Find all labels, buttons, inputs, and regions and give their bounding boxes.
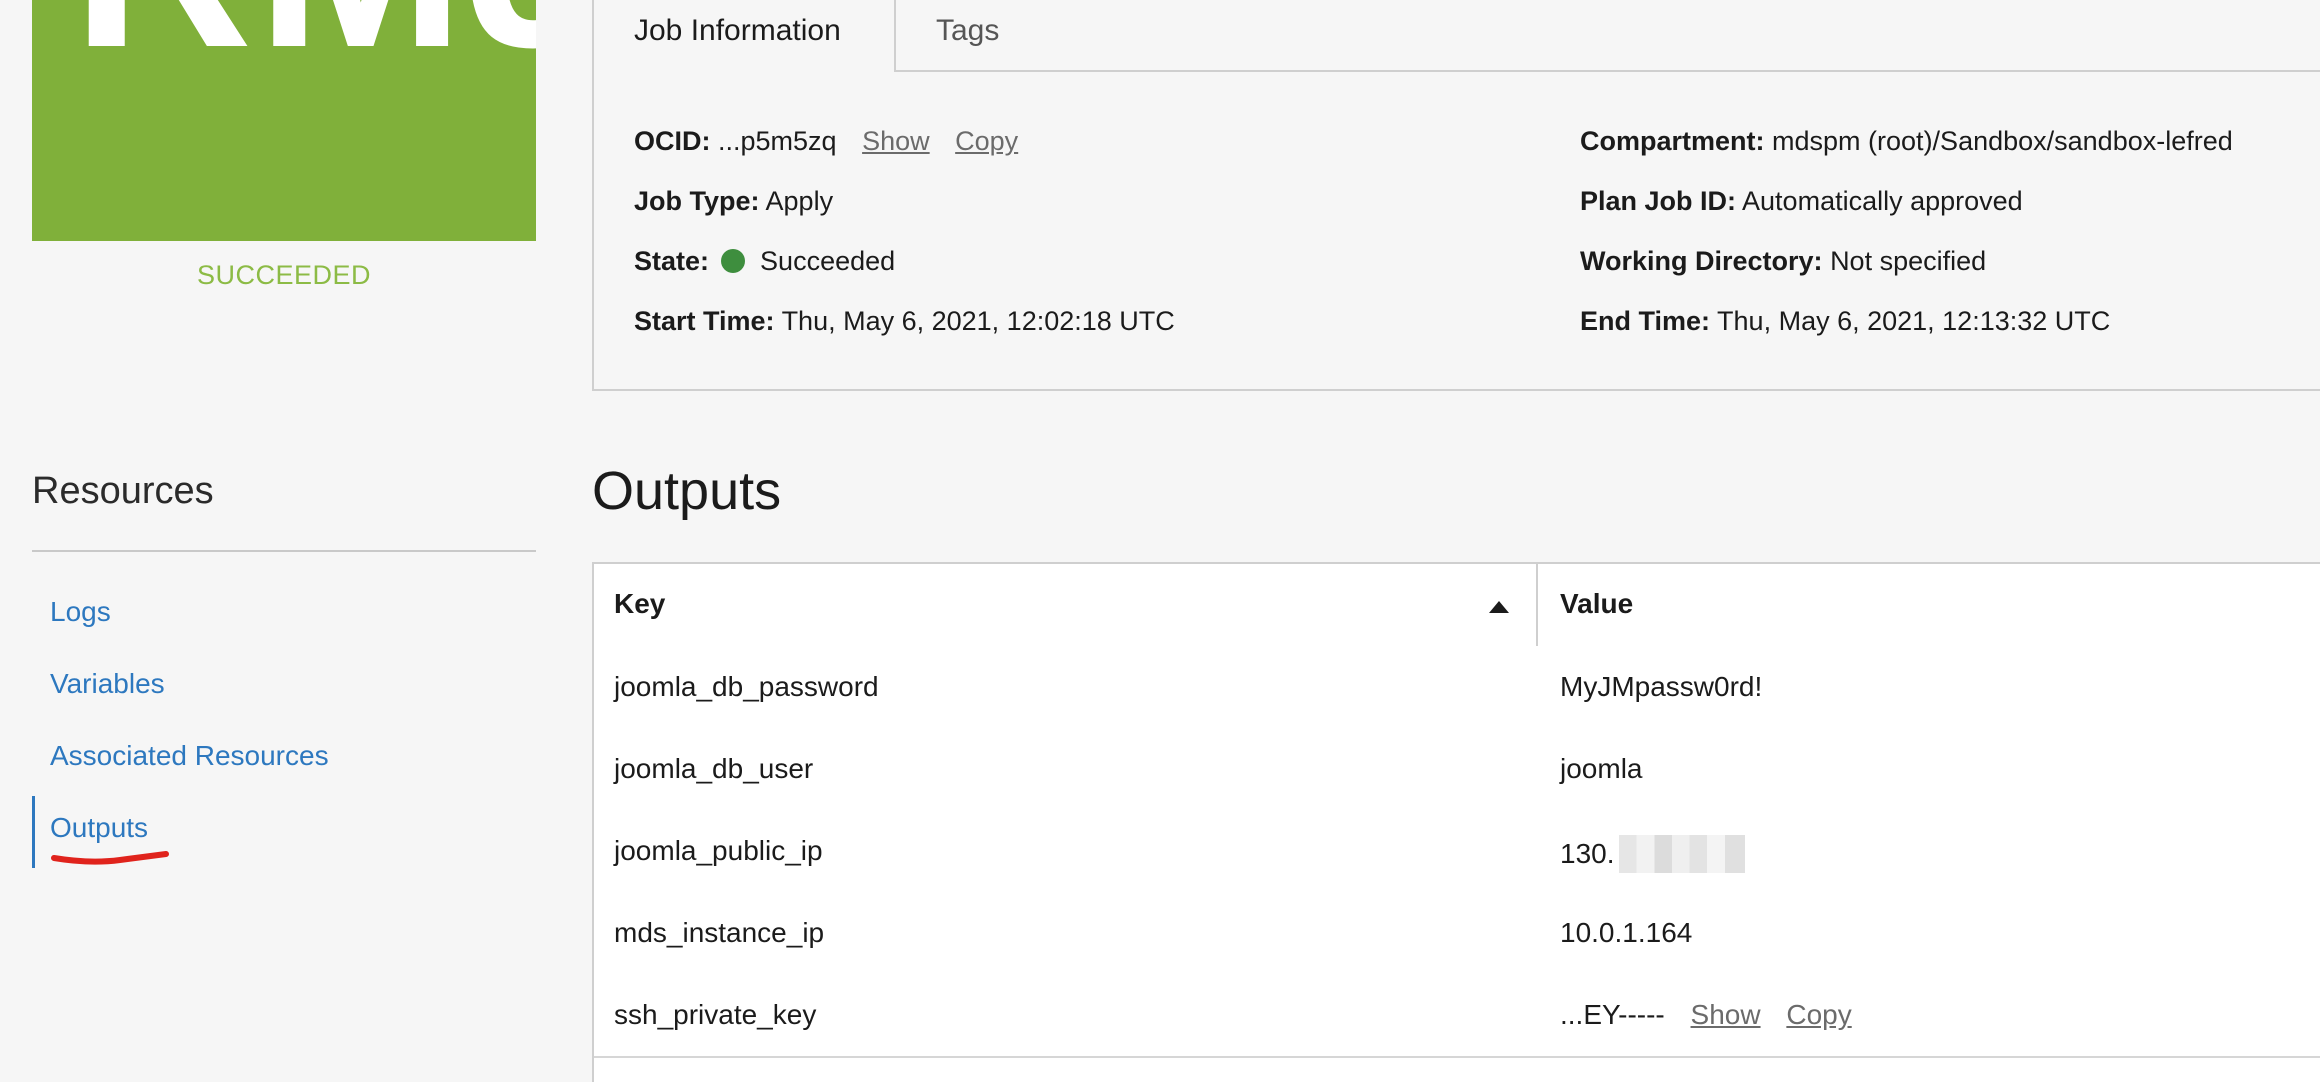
ocid-field: OCID: ...p5m5zq Show Copy [634, 126, 1018, 157]
table-row: joomla_db_password MyJMpassw0rd! [594, 646, 2320, 730]
row-value: joomla [1560, 753, 1643, 784]
end-time-field: End Time: Thu, May 6, 2021, 12:13:32 UTC [1580, 306, 2110, 337]
active-nav-indicator [32, 796, 35, 868]
sidebar-item-logs[interactable]: Logs [50, 596, 111, 628]
compartment-label: Compartment: [1580, 126, 1765, 156]
end-time-value: Thu, May 6, 2021, 12:13:32 UTC [1717, 306, 2111, 336]
working-directory-label: Working Directory: [1580, 246, 1823, 276]
row-key: joomla_db_password [614, 671, 879, 702]
plan-job-id-label: Plan Job ID: [1580, 186, 1737, 216]
outputs-heading: Outputs [592, 461, 782, 521]
column-divider [1536, 564, 1538, 646]
working-directory-value: Not specified [1830, 246, 1987, 276]
outputs-table: Key Value joomla_db_password MyJMpassw0r… [592, 562, 2320, 1082]
working-directory-field: Working Directory: Not specified [1580, 246, 1986, 277]
row-key: mds_instance_ip [614, 917, 825, 948]
table-row: ssh_private_key ...EY----- Show Copy [594, 974, 2320, 1058]
table-row: joomla_db_user joomla [594, 728, 2320, 812]
plan-job-id-field: Plan Job ID: Automatically approved [1580, 186, 2023, 217]
row-value-with-actions: ...EY----- Show Copy [1560, 999, 1852, 1031]
state-field: State: Succeeded [634, 246, 895, 277]
sidebar-item-associated-resources[interactable]: Associated Resources [50, 740, 329, 772]
column-header-value: Value [1560, 588, 1634, 619]
sidebar-item-variables[interactable]: Variables [50, 668, 165, 700]
job-status-label: SUCCEEDED [196, 260, 372, 290]
row-value: 10.0.1.164 [1560, 917, 1693, 948]
tab-bar-divider [896, 70, 2320, 72]
red-annotation-underline [51, 851, 169, 865]
status-dot-icon [720, 249, 745, 273]
row-value: 130. [1560, 838, 1615, 869]
job-type-field: Job Type: Apply [634, 186, 833, 217]
ocid-show-link[interactable]: Show [862, 126, 930, 156]
start-time-value: Thu, May 6, 2021, 12:02:18 UTC [781, 306, 1175, 336]
end-time-label: End Time: [1580, 306, 1711, 336]
tab-label: Tags [936, 14, 1000, 47]
tab-job-information[interactable]: Job Information [592, 0, 896, 72]
tab-label: Job Information [634, 14, 841, 47]
resources-heading: Resources [32, 470, 214, 512]
column-header-key[interactable]: Key [614, 588, 665, 620]
table-header-row: Key Value [594, 564, 2320, 648]
compartment-field: Compartment: mdspm (root)/Sandbox/sandbo… [1580, 126, 2233, 157]
job-type-value: Apply [765, 186, 834, 216]
row-key: ssh_private_key [614, 999, 817, 1030]
ocid-value: ...p5m5zq [718, 126, 837, 156]
row-value: ...EY----- [1560, 999, 1665, 1030]
start-time-field: Start Time: Thu, May 6, 2021, 12:02:18 U… [634, 306, 1175, 337]
ssh-key-show-link[interactable]: Show [1691, 999, 1761, 1030]
compartment-value: mdspm (root)/Sandbox/sandbox-lefred [1772, 126, 2233, 156]
plan-job-id-value: Automatically approved [1742, 186, 2023, 216]
start-time-label: Start Time: [634, 306, 775, 336]
sidebar-item-outputs[interactable]: Outputs [50, 812, 148, 844]
sort-ascending-icon[interactable] [1488, 600, 1510, 614]
table-row: mds_instance_ip 10.0.1.164 [594, 892, 2320, 976]
ocid-label: OCID: [634, 126, 711, 156]
logo-text: RMJ [72, 0, 536, 85]
ssh-key-copy-link[interactable]: Copy [1786, 999, 1851, 1030]
row-key: joomla_db_user [614, 753, 814, 784]
table-row: joomla_public_ip 130. [594, 810, 2320, 894]
row-value-redacted: 130. [1560, 835, 1745, 873]
row-value: MyJMpassw0rd! [1560, 671, 1763, 702]
job-type-label: Job Type: [634, 186, 760, 216]
ocid-copy-link[interactable]: Copy [955, 126, 1018, 156]
app-logo-tile: RMJ [32, 0, 536, 241]
redacted-blur [1618, 835, 1745, 873]
state-label: State: [634, 246, 710, 276]
state-value: Succeeded [760, 246, 896, 276]
resources-divider [32, 550, 536, 552]
row-key: joomla_public_ip [614, 835, 823, 866]
tab-tags[interactable]: Tags [896, 0, 1096, 72]
